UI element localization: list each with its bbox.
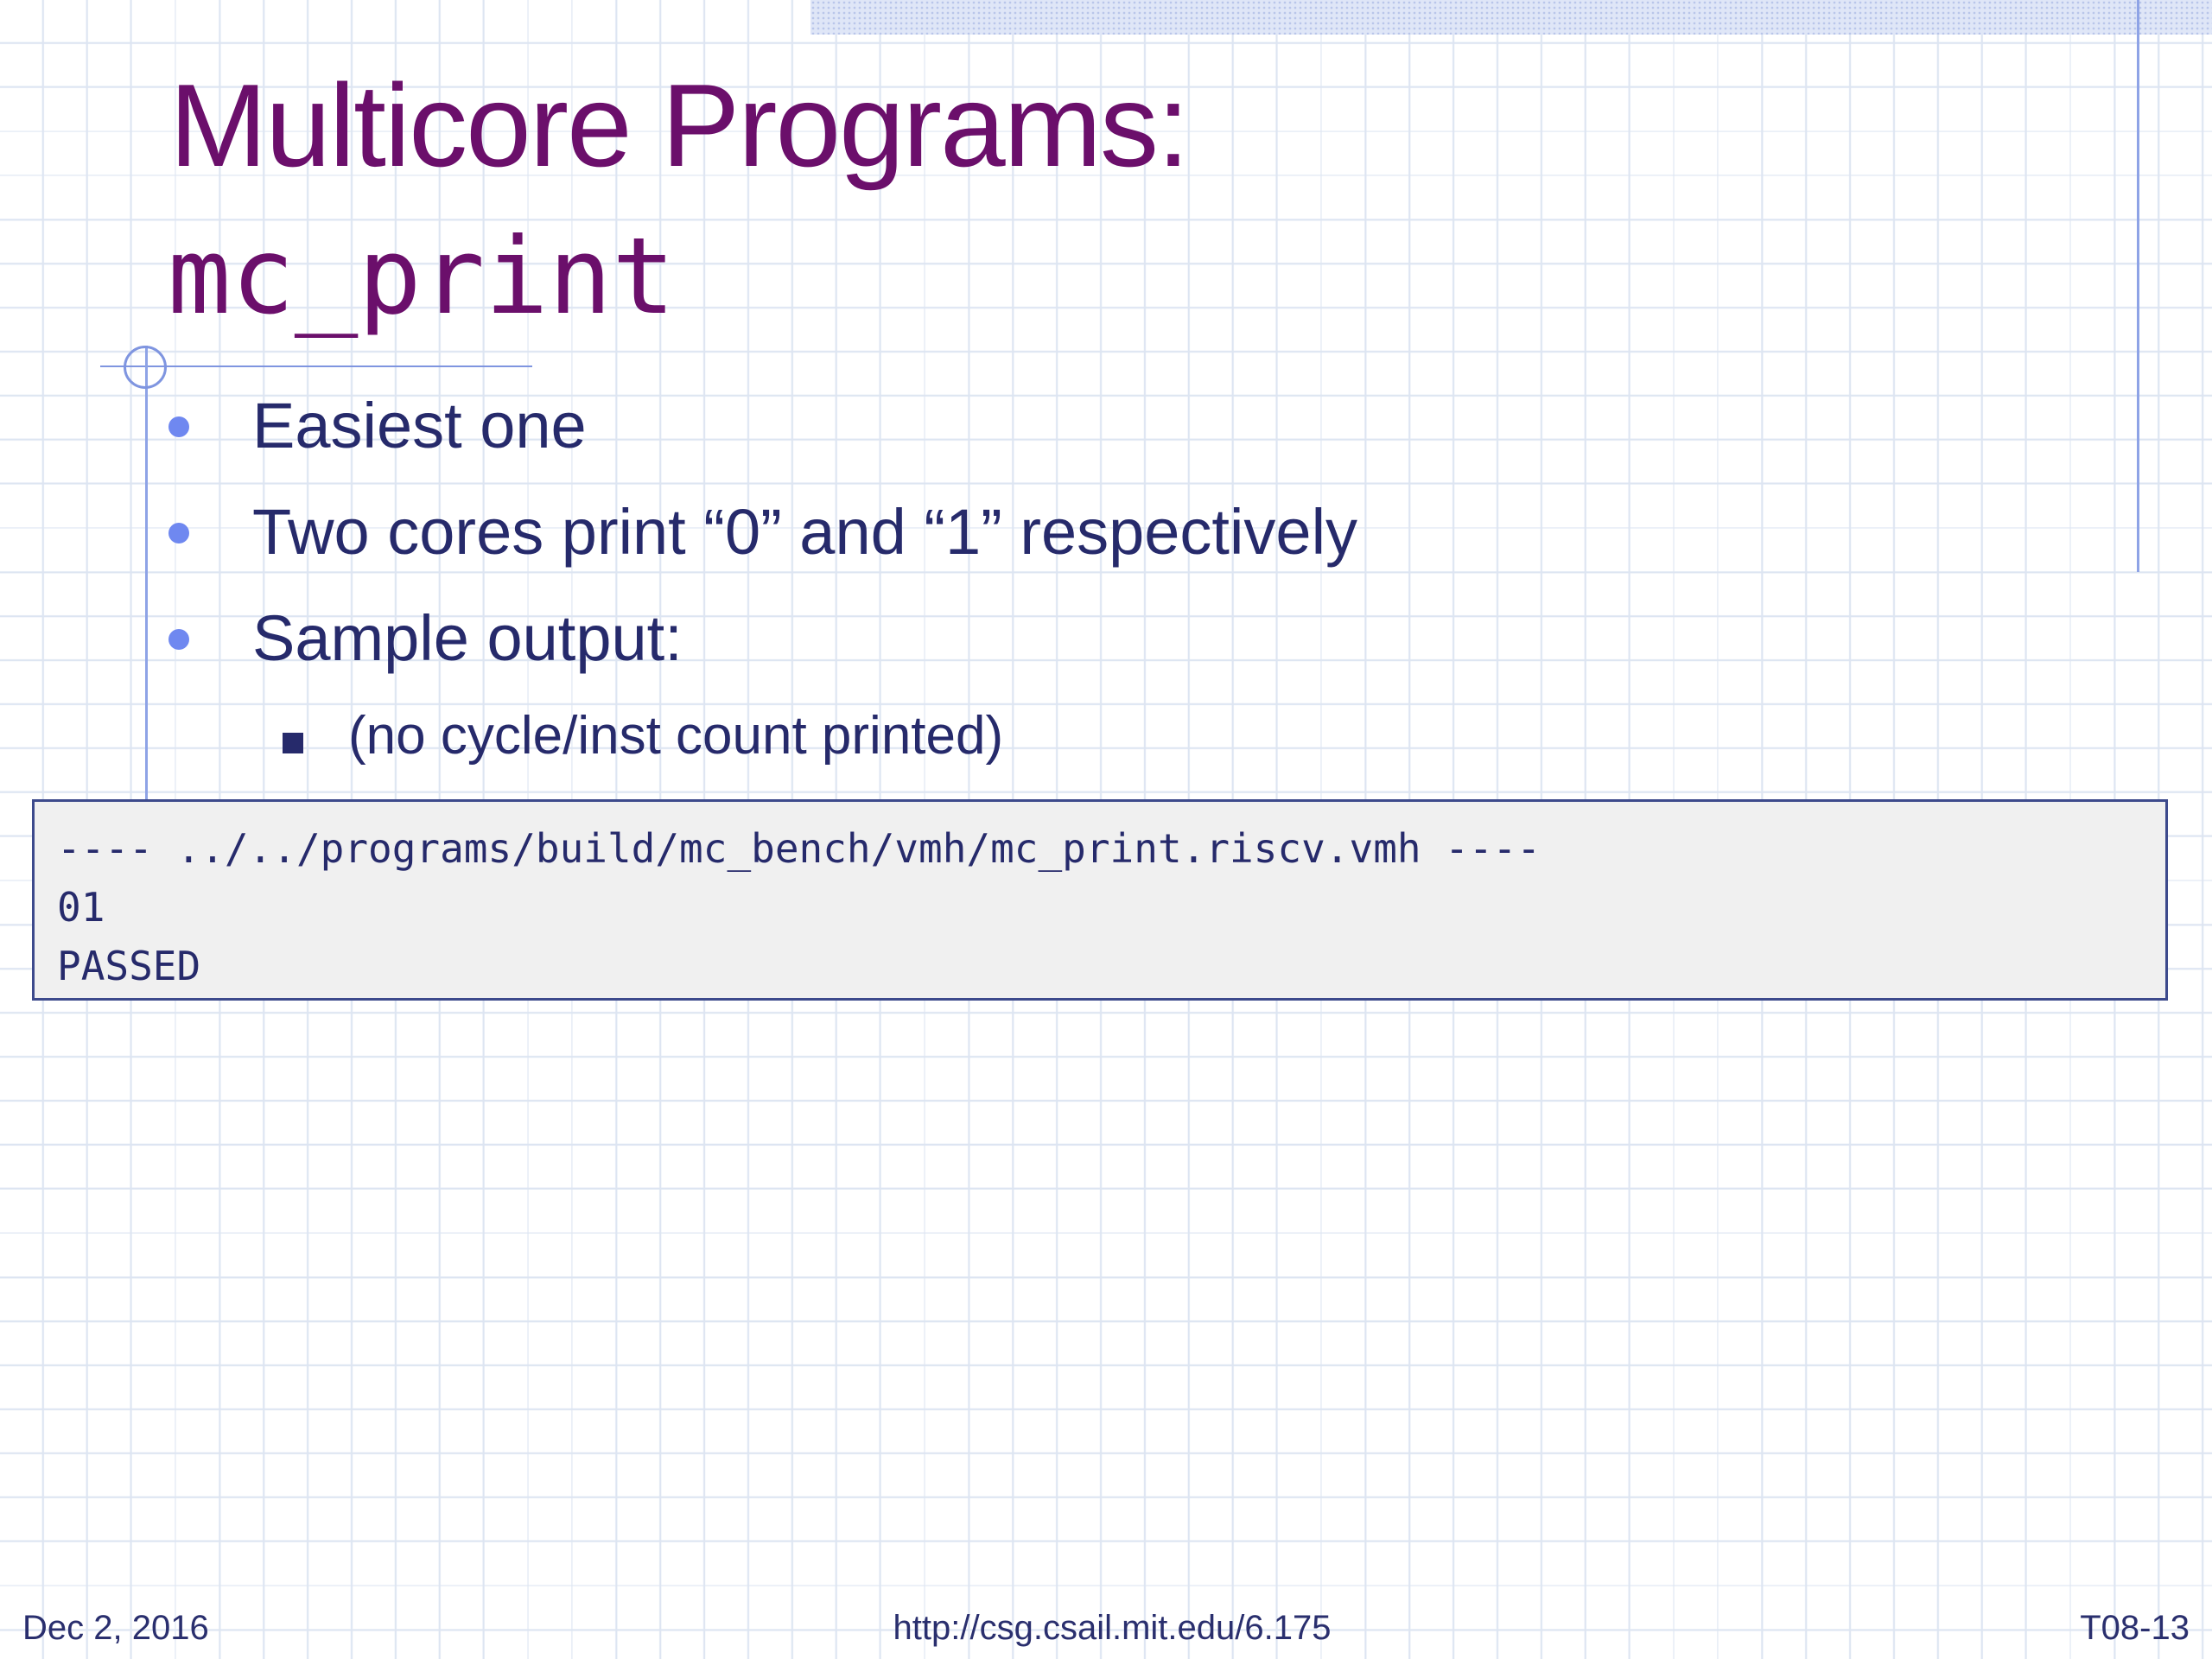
footer-slide-number: T08-13 xyxy=(2080,1609,2190,1647)
square-bullet-icon xyxy=(283,733,303,753)
left-vertical-rule xyxy=(145,346,148,799)
bullet-dot-icon xyxy=(168,629,189,650)
code-line: ---- ../../programs/build/mc_bench/vmh/m… xyxy=(57,825,1541,872)
bullet-text: Sample output: xyxy=(252,602,683,674)
top-decorative-band xyxy=(810,0,2212,35)
bullet-dot-icon xyxy=(168,416,189,437)
code-line: PASSED xyxy=(57,943,201,989)
bullet-text: Two cores print “0” and “1” respectively xyxy=(252,496,1358,568)
sample-output-box: ---- ../../programs/build/mc_bench/vmh/m… xyxy=(32,799,2168,1001)
sub-bullet-text: (no cycle/inst count printed) xyxy=(348,706,1004,766)
footer-url: http://csg.csail.mit.edu/6.175 xyxy=(893,1609,1332,1647)
code-line: 01 xyxy=(57,884,105,931)
crosshair-decoration xyxy=(124,346,167,389)
right-vertical-rule xyxy=(2137,0,2139,572)
bullet-dot-icon xyxy=(168,523,189,543)
slide-title: Multicore Programs: xyxy=(169,60,1190,191)
slide-subtitle: mc_print xyxy=(168,215,676,338)
bullet-text: Easiest one xyxy=(252,390,587,461)
